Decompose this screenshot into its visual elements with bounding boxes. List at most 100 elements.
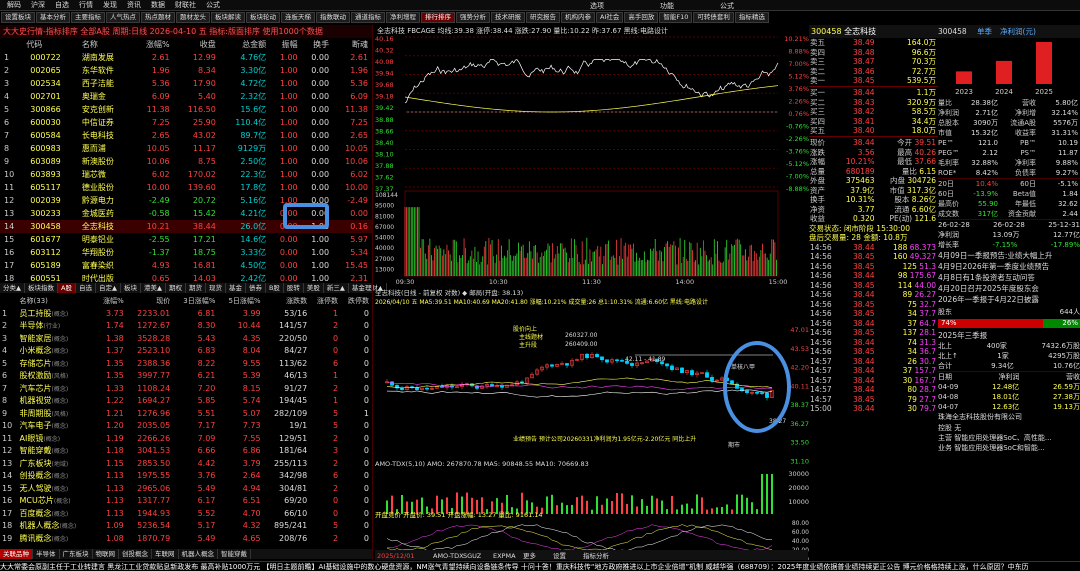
toolbar-button-10[interactable]: 通道指标	[351, 12, 385, 23]
toolbar-button-7[interactable]: 板块轮动	[246, 12, 280, 23]
news-item[interactable]: 4月20日召开2025年度股东会	[938, 283, 1080, 294]
toolbar-button-2[interactable]: 主要指标	[71, 12, 105, 23]
tab-8[interactable]: 期货	[186, 283, 206, 293]
quote-row[interactable]: 3 002534 西子洁能 5.36 17.90 4.72亿 1.00 0.00 5.36	[0, 77, 372, 90]
tab-0[interactable]: 分类▲	[0, 283, 25, 293]
buy-level[interactable]: 买一 38.44 1.1万	[809, 88, 938, 98]
sector-row[interactable]: 9 非周期股(风格) 1.21 1276.96 5.51 5.07 282/109 5 1	[0, 407, 372, 420]
tab-2[interactable]: A股	[58, 283, 76, 293]
quote-col-1[interactable]: 名称	[82, 38, 134, 51]
buy-level[interactable]: 买三 38.42 58.5万	[809, 107, 938, 117]
sector-col-1[interactable]: 涨幅%	[96, 295, 126, 307]
news-item[interactable]: 4月8日有1条投资者互动问答	[938, 272, 1080, 283]
toolbar-button-14[interactable]: 技术研报	[491, 12, 525, 23]
related-tab-4[interactable]: 创投概念	[119, 549, 152, 559]
related-tab-1[interactable]: 半导体	[33, 549, 60, 559]
quote-col-7[interactable]: 断魂	[333, 38, 372, 51]
sector-row[interactable]: 14 创投概念(概念) 1.13 1975.55 3.76 2.64 342/98 6 0	[0, 470, 372, 483]
quote-row[interactable]: 4 002701 奥瑞金 6.09 5.40 2.32亿 1.00 0.00 6.09	[0, 90, 372, 103]
toolbar-button-5[interactable]: 题材龙头	[176, 12, 210, 23]
quote-row[interactable]: 7 600584 长电科技 2.65 43.02 89.7亿 1.00 0.00 2.65	[0, 129, 372, 142]
sell-level[interactable]: 卖一 38.45 539.5万	[809, 76, 938, 86]
quote-row[interactable]: 5 300866 安克创新 11.38 116.50 15.6亿 1.00 0.00 11.38	[0, 103, 372, 116]
related-tab-3[interactable]: 物联网	[93, 549, 119, 559]
tab-9[interactable]: 现货	[206, 283, 226, 293]
quote-row[interactable]: 15 601677 明泰铝业 -2.55 17.21 14.6亿 0.00 1.00 5.97	[0, 233, 372, 246]
toolbar-button-11[interactable]: 净利增程	[386, 12, 420, 23]
tab-15[interactable]: 新三▲	[324, 283, 349, 293]
tab-3[interactable]: 自选	[76, 283, 96, 293]
menu-options[interactable]: 选项	[590, 1, 604, 11]
sector-row[interactable]: 15 无人驾驶(概念) 1.13 2965.06 5.49 4.94 304/81 2 0	[0, 482, 372, 495]
quote-row[interactable]: 1 000722 湖南发展 2.61 12.99 4.76亿 1.00 0.00 2.61	[0, 51, 372, 64]
quote-row[interactable]: 2 002065 东华软件 1.96 8.34 3.30亿 1.00 0.00 1.96	[0, 64, 372, 77]
menu-item-8[interactable]: 公式	[201, 0, 225, 10]
sector-row[interactable]: 3 智能家居(概念) 1.38 3528.28 5.43 4.35 220/50 0 0	[0, 332, 372, 345]
toolbar-button-20[interactable]: 可转债套利	[693, 12, 734, 23]
chart-svg[interactable]: 全志科技 FBCAGE 均线:39.38 涨停:38.44 涨跌:27.90 量…	[373, 25, 810, 563]
sector-row[interactable]: 19 腾讯概念(概念) 1.08 1870.79 5.49 4.65 208/76 2 0	[0, 532, 372, 545]
sector-col-3[interactable]: 3日涨幅%	[173, 295, 218, 307]
tab-13[interactable]: 股转	[284, 283, 304, 293]
related-tab-5[interactable]: 车联网	[152, 549, 179, 559]
sell-level[interactable]: 卖二 38.46 72.7万	[809, 67, 938, 77]
toolbar-button-16[interactable]: 机构内参	[561, 12, 595, 23]
sector-col-7[interactable]: 跌停数	[341, 295, 372, 307]
sector-row[interactable]: 17 百度概念(概念) 1.13 1944.93 5.52 4.70 66/10 0 0	[0, 507, 372, 520]
menu-item-5[interactable]: 资讯	[122, 0, 146, 10]
menu-item-2[interactable]: 自选	[50, 0, 74, 10]
quote-row[interactable]: 11 605117 德业股份 10.00 139.60 17.8亿 1.00 0.00 10.0…	[0, 181, 372, 194]
tab-14[interactable]: 美股	[304, 283, 324, 293]
sector-col-4[interactable]: 5日涨幅%	[218, 295, 263, 307]
toolbar-button-4[interactable]: 热点题材	[141, 12, 175, 23]
quote-col-4[interactable]: 总金额	[220, 38, 270, 51]
sector-col-5[interactable]: 涨跌数	[264, 295, 311, 307]
news-item[interactable]: 2026年一季报于4月22日披露	[938, 294, 1080, 305]
sector-row[interactable]: 6 股权激励(风格) 1.35 3997.77 6.21 5.39 46/13 1 0	[0, 370, 372, 383]
tab-11[interactable]: 债券	[246, 283, 266, 293]
menu-item-3[interactable]: 行情	[74, 0, 98, 10]
quote-col-5[interactable]: 振幅	[270, 38, 301, 51]
toolbar-button-3[interactable]: 人气热点	[106, 12, 140, 23]
menu-item-0[interactable]: 解码	[2, 0, 26, 10]
toolbar-button-6[interactable]: 板块解读	[211, 12, 245, 23]
quote-row[interactable]: 8 600983 惠而浦 10.05 11.17 9129万 1.00 0.00 10.05	[0, 142, 372, 155]
quote-row[interactable]: 6 600030 中信证券 7.25 25.90 110.4亿 1.00 0.00 7.25	[0, 116, 372, 129]
tab-7[interactable]: 期权	[166, 283, 186, 293]
tab-10[interactable]: 基金	[226, 283, 246, 293]
sector-row[interactable]: 5 存储芯片(概念) 1.35 2388.36 8.22 9.55 113/62 6 0	[0, 357, 372, 370]
sector-row[interactable]: 2 半导体(行业) 1.74 1272.67 8.30 10.44 141/57 2 0	[0, 320, 372, 333]
f10-tab-1[interactable]: 净利润(元)	[1000, 27, 1036, 36]
sector-row[interactable]: 8 机器视觉(概念) 1.22 1694.27 5.85 5.74 194/45 1 0	[0, 395, 372, 408]
toolbar-button-8[interactable]: 连板天梯	[281, 12, 315, 23]
tab-12[interactable]: B股	[266, 283, 284, 293]
menu-formula[interactable]: 公式	[720, 1, 734, 11]
sell-level[interactable]: 卖五 38.49 164.0万	[809, 38, 938, 48]
toolbar-button-19[interactable]: 智能F10	[659, 12, 693, 23]
news-item[interactable]: 4月09日一季报预告:业绩大幅上升	[938, 250, 1080, 261]
related-tab-0[interactable]: 关联品种	[0, 549, 33, 559]
related-tab-6[interactable]: 机器人概念	[179, 549, 218, 559]
news-ticker[interactable]: 大大常委会原副主任于工业转建言 黑龙江工业贷款贴息新政发布 最高补贴1000万元…	[0, 561, 1080, 571]
quote-row[interactable]: 10 603893 瑞芯微 6.02 170.02 22.3亿 1.00 0.00 6.02	[0, 168, 372, 181]
quote-row[interactable]: 16 603112 华翔股份 -1.37 18.75 3.33亿 0.00 1.00 5.34	[0, 246, 372, 259]
toolbar-button-12[interactable]: 排行排序	[421, 12, 455, 23]
sell-level[interactable]: 卖四 38.48 96.6万	[809, 48, 938, 58]
sector-col-6[interactable]: 涨停数	[310, 295, 341, 307]
toolbar-button-13[interactable]: 强势分析	[456, 12, 490, 23]
sector-row[interactable]: 18 机器人概念(概念) 1.09 5236.54 5.17 4.32 895/241 5 0	[0, 520, 372, 533]
sector-row[interactable]: 1 员工持股(概念) 3.73 2233.01 6.81 3.99 53/16 1 0	[0, 307, 372, 320]
sell-level[interactable]: 卖三 38.47 70.3万	[809, 57, 938, 67]
menu-item-1[interactable]: 沪深	[26, 0, 50, 10]
tab-5[interactable]: 板块	[121, 283, 141, 293]
menu-item-4[interactable]: 发现	[98, 0, 122, 10]
toolbar-button-1[interactable]: 基本分析	[36, 12, 70, 23]
toolbar-button-18[interactable]: 高手回放	[624, 12, 659, 23]
sector-col-2[interactable]: 现价	[127, 295, 173, 307]
sector-row[interactable]: 11 AI眼镜(概念) 1.19 2266.26 7.09 7.55 129/51 2 0	[0, 432, 372, 445]
quote-col-0[interactable]: 代码	[26, 38, 82, 51]
quote-col-2[interactable]: 涨幅%	[134, 38, 174, 51]
quote-col-3[interactable]: 收盘	[174, 38, 220, 51]
tab-1[interactable]: 板块指数	[25, 283, 58, 293]
sector-row[interactable]: 7 汽车芯片(概念) 1.33 1108.24 7.20 8.15 91/27 2 0	[0, 382, 372, 395]
